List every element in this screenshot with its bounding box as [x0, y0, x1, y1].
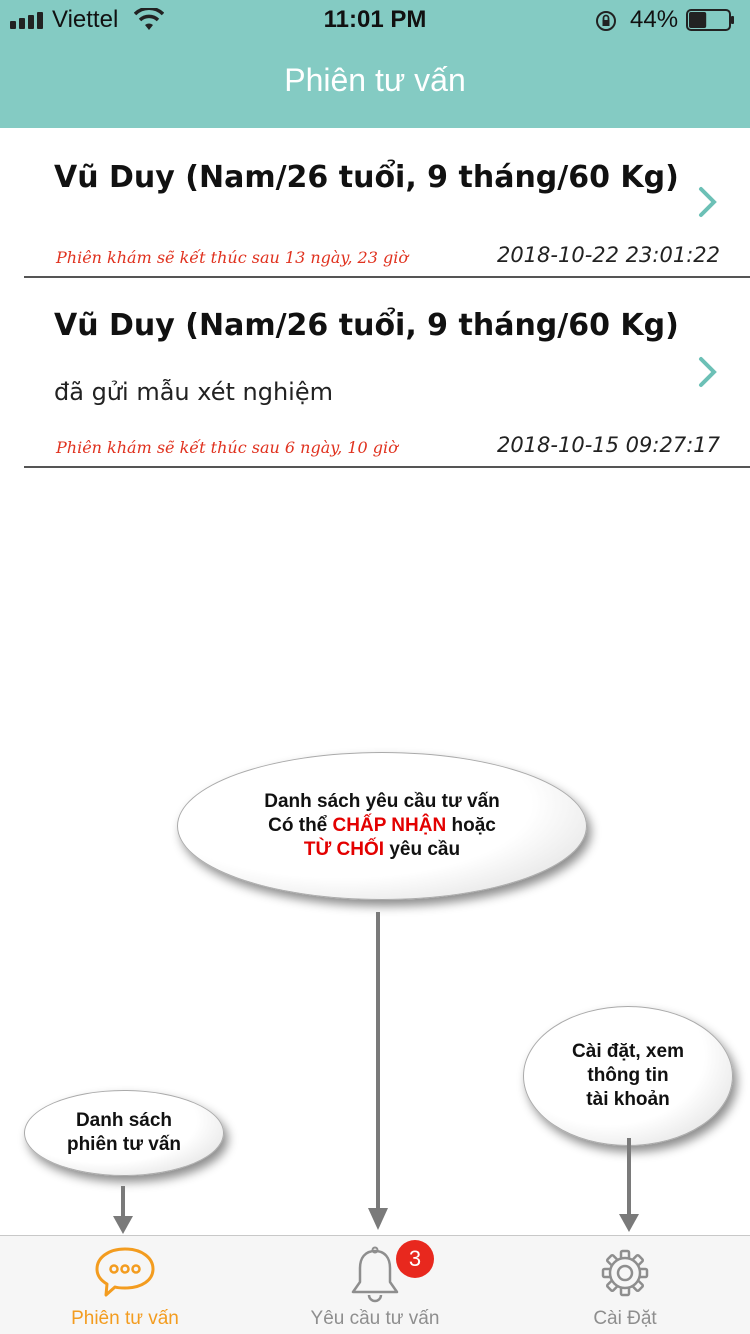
arrow-down-icon [619, 1138, 639, 1232]
tab-label: Cài Đặt [593, 1308, 657, 1329]
battery-percent: 44% [630, 6, 679, 33]
session-list-item[interactable]: Vũ Duy (Nam/26 tuổi, 9 tháng/60 Kg) Phiê… [24, 128, 750, 278]
status-bar: Viettel 11:01 PM 44% [0, 0, 750, 40]
callout-text: phiên tư vấn [66, 1134, 182, 1155]
gear-icon [601, 1249, 649, 1297]
session-timestamp: 2018-10-15 09:27:17 [496, 433, 720, 457]
callout-text: hoặc [446, 815, 496, 836]
callout-requests: Danh sách yêu cầu tư vấn Có thể CHẤP NHẬ… [177, 752, 587, 900]
nav-header: Viettel 11:01 PM 44% Phiên tư vấn [0, 0, 750, 128]
tab-settings[interactable]: Cài Đặt [500, 1236, 750, 1334]
tab-label: Phiên tư vấn [71, 1308, 179, 1329]
callout-text: Danh sách yêu cầu tư vấn [264, 791, 500, 812]
tab-bar: Phiên tư vấn Yêu cầu tư vấn Cài Đặt [0, 1235, 750, 1334]
session-patient-name: Vũ Duy (Nam/26 tuổi, 9 tháng/60 Kg) [54, 160, 679, 195]
tab-label: Yêu cầu tư vấn [310, 1308, 440, 1329]
callout-text: yêu cầu [384, 839, 461, 860]
session-last-message: đã gửi mẫu xét nghiệm [54, 378, 333, 406]
callout-text: thông tin [587, 1065, 669, 1086]
callout-text: tài khoản [586, 1089, 670, 1110]
rotation-lock-icon [596, 11, 616, 31]
callout-line: Có thể CHẤP NHẬN hoặc [264, 814, 500, 838]
bell-icon [351, 1246, 399, 1303]
chat-bubble-icon [95, 1247, 155, 1297]
chevron-right-icon [699, 357, 717, 387]
chevron-right-icon [699, 187, 717, 217]
session-expiry-warning: Phiên khám sẽ kết thúc sau 6 ngày, 10 gi… [56, 438, 398, 457]
session-patient-name: Vũ Duy (Nam/26 tuổi, 9 tháng/60 Kg) [54, 308, 679, 343]
arrow-down-icon [113, 1186, 133, 1234]
callout-text: Cài đặt, xem [572, 1041, 684, 1062]
callout-text: Danh sách [75, 1110, 173, 1131]
callout-sessions: Danh sách phiên tư vấn [24, 1090, 224, 1176]
tab-sessions[interactable]: Phiên tư vấn [0, 1236, 250, 1334]
battery-icon [686, 9, 734, 31]
page-title: Phiên tư vấn [284, 62, 466, 98]
session-list-item[interactable]: Vũ Duy (Nam/26 tuổi, 9 tháng/60 Kg) đã g… [24, 278, 750, 468]
tab-requests[interactable]: Yêu cầu tư vấn [250, 1236, 500, 1334]
callout-reject-text: TỪ CHỐI [303, 839, 385, 860]
callout-settings: Cài đặt, xem thông tin tài khoản [523, 1006, 733, 1146]
notification-badge: 3 [396, 1240, 434, 1278]
arrow-down-icon [368, 912, 388, 1230]
session-timestamp: 2018-10-22 23:01:22 [496, 243, 720, 267]
callout-text: Có thể [268, 815, 333, 836]
callout-line: TỪ CHỐI yêu cầu [264, 838, 500, 862]
session-expiry-warning: Phiên khám sẽ kết thúc sau 13 ngày, 23 g… [56, 248, 408, 267]
callout-accept-text: CHẤP NHẬN [332, 815, 447, 836]
